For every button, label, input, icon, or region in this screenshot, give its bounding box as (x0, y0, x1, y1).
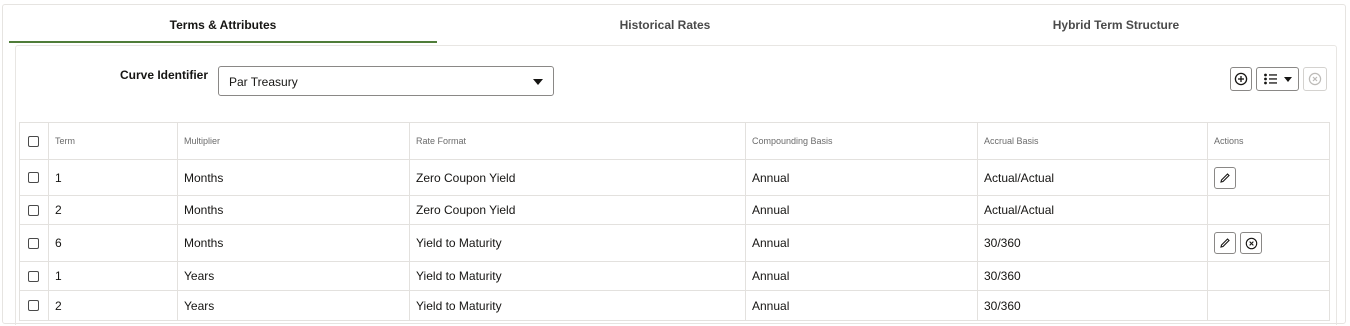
row-select-cell (19, 291, 49, 320)
chevron-down-icon (533, 79, 543, 85)
cell-compounding-basis: Annual (746, 160, 978, 195)
view-options-button[interactable] (1256, 67, 1299, 91)
close-circle-icon (1245, 237, 1257, 249)
cell-term: 1 (49, 262, 178, 290)
cell-rate-format: Yield to Maturity (410, 262, 746, 290)
cell-actions (1208, 262, 1330, 290)
add-button[interactable] (1230, 67, 1252, 91)
table-row: 2 Months Zero Coupon Yield Annual Actual… (19, 196, 1330, 225)
header-accrual-basis: Accrual Basis (978, 123, 1208, 159)
select-all-checkbox[interactable] (28, 135, 39, 147)
table-row: 6 Months Yield to Maturity Annual 30/360 (19, 225, 1330, 262)
row-checkbox[interactable] (28, 172, 39, 183)
cell-accrual-basis: 30/360 (978, 291, 1208, 320)
cell-compounding-basis: Annual (746, 291, 978, 320)
cell-accrual-basis: Actual/Actual (978, 196, 1208, 224)
edit-button[interactable] (1214, 166, 1236, 189)
table-row: 2 Years Yield to Maturity Annual 30/360 (19, 291, 1330, 321)
cell-accrual-basis: 30/360 (978, 225, 1208, 261)
cell-rate-format: Yield to Maturity (410, 291, 746, 320)
cell-term: 1 (49, 160, 178, 195)
cell-multiplier: Months (178, 160, 410, 195)
cell-term: 2 (49, 291, 178, 320)
cell-multiplier: Years (178, 291, 410, 320)
cell-term: 6 (49, 225, 178, 261)
header-actions: Actions (1214, 136, 1244, 146)
cell-rate-format: Yield to Maturity (410, 225, 746, 261)
pencil-icon (1220, 172, 1230, 183)
curve-identifier-label: Curve Identifier (120, 68, 209, 82)
close-circle-icon (1308, 72, 1322, 86)
tab-historical-rates[interactable]: Historical Rates (451, 10, 879, 43)
cell-actions (1208, 225, 1330, 261)
header-compounding-basis: Compounding Basis (746, 123, 978, 159)
plus-circle-icon (1234, 72, 1248, 86)
tab-hybrid-term-structure[interactable]: Hybrid Term Structure (893, 10, 1339, 43)
row-checkbox[interactable] (28, 204, 39, 216)
remove-button[interactable] (1303, 67, 1327, 91)
cell-compounding-basis: Annual (746, 196, 978, 224)
header-rate-format: Rate Format (410, 123, 746, 159)
curve-identifier-value: Par Treasury (229, 75, 298, 89)
cell-compounding-basis: Annual (746, 262, 978, 290)
row-select-cell (19, 196, 49, 224)
row-select-cell (19, 262, 49, 290)
cell-actions (1208, 291, 1330, 320)
row-checkbox[interactable] (28, 237, 39, 249)
cell-multiplier: Months (178, 196, 410, 224)
cell-compounding-basis: Annual (746, 225, 978, 261)
cell-multiplier: Months (178, 225, 410, 261)
curve-identifier-select[interactable]: Par Treasury (218, 66, 554, 96)
delete-button[interactable] (1240, 232, 1262, 254)
tab-terms-attributes[interactable]: Terms & Attributes (9, 10, 437, 43)
cell-actions (1208, 160, 1330, 195)
row-select-cell (19, 160, 49, 195)
edit-button[interactable] (1214, 232, 1236, 254)
cell-term: 2 (49, 196, 178, 224)
list-view-icon (1264, 73, 1277, 85)
table-row: 1 Years Yield to Maturity Annual 30/360 (19, 262, 1330, 291)
row-checkbox[interactable] (28, 270, 39, 282)
cell-accrual-basis: Actual/Actual (978, 160, 1208, 195)
cell-accrual-basis: 30/360 (978, 262, 1208, 290)
cell-rate-format: Zero Coupon Yield (410, 160, 746, 195)
header-multiplier: Multiplier (178, 123, 410, 159)
tab-bar: Terms & Attributes Historical Rates Hybr… (9, 10, 1341, 43)
cell-actions (1208, 196, 1330, 224)
row-checkbox[interactable] (28, 300, 39, 311)
chevron-down-icon (1284, 76, 1292, 82)
header-term: Term (49, 123, 178, 159)
table-header-row: Term Multiplier Rate Format Compounding … (19, 123, 1330, 160)
table-row: 1 Months Zero Coupon Yield Annual Actual… (19, 160, 1330, 196)
cell-multiplier: Years (178, 262, 410, 290)
cell-rate-format: Zero Coupon Yield (410, 196, 746, 224)
select-all-cell (19, 123, 49, 159)
row-select-cell (19, 225, 49, 261)
pencil-icon (1220, 238, 1230, 248)
